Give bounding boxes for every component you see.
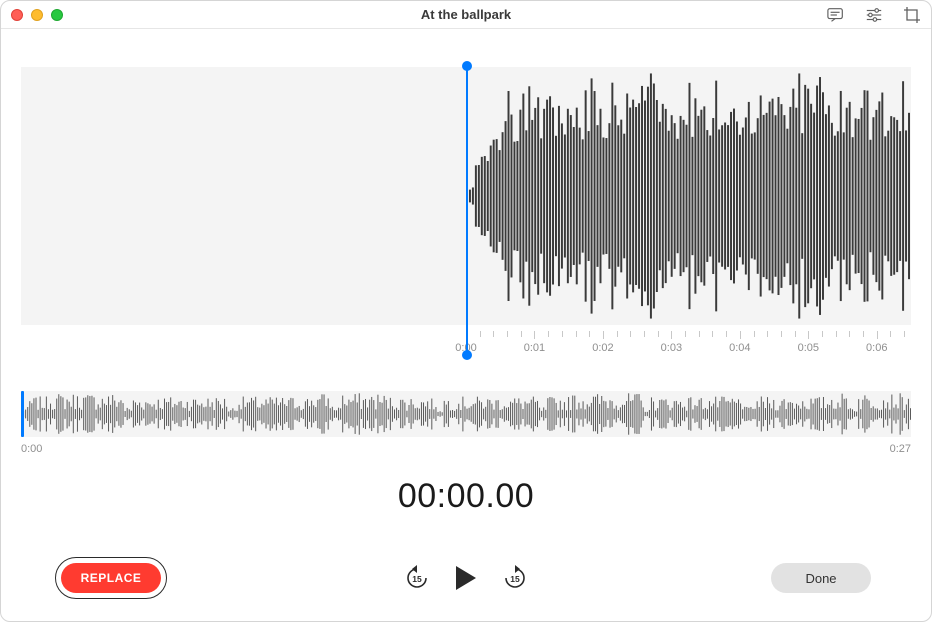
detail-waveform [466, 67, 911, 325]
overview-times: 0:00 0:27 [21, 443, 911, 455]
play-button[interactable] [456, 566, 476, 590]
elapsed-time-display: 00:00.00 [21, 477, 911, 516]
replace-button-label: REPLACE [81, 571, 142, 585]
voice-memos-edit-window: At the ballpark [0, 0, 932, 622]
window-title: At the ballpark [421, 7, 511, 22]
detail-timeline: 0:000:010:020:030:040:050:06 [466, 331, 911, 357]
zoom-window-button[interactable] [51, 9, 63, 21]
playhead-handle-bottom[interactable] [462, 350, 472, 360]
transcript-icon[interactable] [827, 6, 845, 24]
overview-waveform-bg [21, 391, 911, 437]
overview-start-time: 0:00 [21, 443, 42, 455]
controls-row: REPLACE 15 [1, 563, 931, 593]
window-controls [11, 9, 63, 21]
titlebar: At the ballpark [1, 1, 931, 29]
svg-text:15: 15 [510, 574, 520, 584]
editor-main: 0:000:010:020:030:040:050:06 0:00 0:27 0… [1, 29, 931, 621]
close-window-button[interactable] [11, 9, 23, 21]
skip-forward-15-button[interactable]: 15 [502, 565, 528, 591]
timer-row: 00:00.00 [21, 477, 911, 516]
toolbar-right [827, 6, 921, 24]
skip-back-15-button[interactable]: 15 [404, 565, 430, 591]
detail-waveform-area[interactable]: 0:000:010:020:030:040:050:06 [21, 61, 911, 361]
overview-waveform-area[interactable]: 0:00 0:27 [21, 391, 911, 463]
overview-end-time: 0:27 [890, 443, 911, 455]
minimize-window-button[interactable] [31, 9, 43, 21]
done-button-label: Done [805, 571, 836, 586]
play-icon [456, 566, 476, 590]
svg-text:15: 15 [412, 574, 422, 584]
overview-playhead[interactable] [21, 391, 24, 437]
trim-icon[interactable] [903, 6, 921, 24]
detail-playhead[interactable] [466, 61, 468, 361]
done-button[interactable]: Done [771, 563, 871, 593]
transport-controls: 15 15 [404, 565, 528, 591]
playback-settings-icon[interactable] [865, 6, 883, 24]
playhead-line [466, 65, 468, 354]
replace-button[interactable]: REPLACE [61, 563, 161, 593]
